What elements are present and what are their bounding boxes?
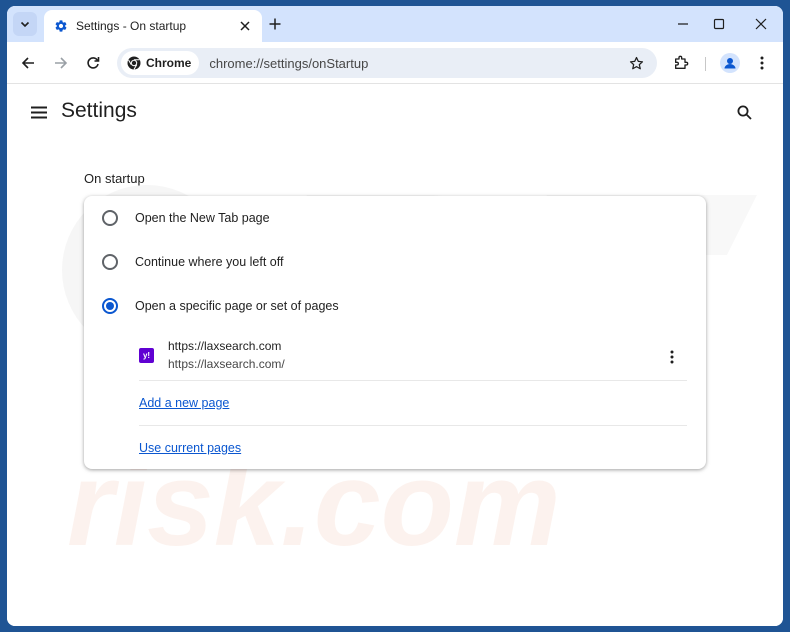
close-icon <box>755 18 767 30</box>
minimize-icon <box>678 23 688 25</box>
section-title: On startup <box>84 171 145 186</box>
page-title: Settings <box>61 99 137 122</box>
site-info-chip[interactable]: Chrome <box>121 51 200 75</box>
main-menu-button[interactable] <box>28 101 50 123</box>
gear-icon <box>54 19 68 33</box>
back-button[interactable] <box>15 50 41 76</box>
address-bar[interactable]: Chrome chrome://settings/onStartup <box>117 48 657 78</box>
use-current-pages-link[interactable]: Use current pages <box>139 441 241 455</box>
reload-icon <box>87 57 100 69</box>
search-settings-button[interactable] <box>732 100 756 124</box>
star-icon <box>629 56 643 69</box>
chrome-icon <box>127 56 141 70</box>
maximize-button[interactable] <box>701 10 737 38</box>
startup-options-card: Open the New Tab page Continue where you… <box>84 196 706 469</box>
tab-close-button[interactable] <box>236 17 254 35</box>
chip-label: Chrome <box>146 56 192 70</box>
forward-button[interactable] <box>48 50 74 76</box>
url-text[interactable]: chrome://settings/onStartup <box>209 56 625 71</box>
add-new-page-link[interactable]: Add a new page <box>139 396 229 410</box>
startup-page-entry: y! https://laxsearch.com https://laxsear… <box>84 334 706 382</box>
close-icon <box>240 21 250 31</box>
window-close-button[interactable] <box>743 10 779 38</box>
radio-label: Open a specific page or set of pages <box>135 299 339 313</box>
chevron-down-icon <box>20 21 30 28</box>
more-vert-icon <box>760 56 764 70</box>
puzzle-icon <box>675 55 689 69</box>
divider <box>139 380 687 381</box>
radio-button[interactable] <box>102 254 118 270</box>
radio-button[interactable] <box>102 210 118 226</box>
plus-icon <box>269 18 281 30</box>
toolbar-separator <box>705 57 706 71</box>
search-icon <box>737 105 752 120</box>
radio-option-specific-pages[interactable]: Open a specific page or set of pages <box>84 284 706 328</box>
reload-button[interactable] <box>80 50 106 76</box>
new-tab-button[interactable] <box>263 12 287 36</box>
minimize-button[interactable] <box>665 10 701 38</box>
arrow-left-icon <box>21 57 34 69</box>
radio-label: Continue where you left off <box>135 255 284 269</box>
bookmark-star-button[interactable] <box>625 52 647 74</box>
browser-window: Settings - On startup Chrome chrome://se… <box>7 6 783 626</box>
radio-label: Open the New Tab page <box>135 211 270 225</box>
tab-bar: Settings - On startup <box>7 6 783 42</box>
chrome-menu-button[interactable] <box>749 50 775 76</box>
page-actions-menu-button[interactable] <box>662 345 682 369</box>
site-favicon-icon: y! <box>139 348 154 363</box>
avatar-icon <box>720 53 740 73</box>
toolbar: Chrome chrome://settings/onStartup <box>7 42 783 84</box>
radio-option-new-tab[interactable]: Open the New Tab page <box>84 196 706 240</box>
arrow-right-icon <box>55 57 68 69</box>
maximize-icon <box>713 18 725 30</box>
tab-search-button[interactable] <box>13 12 37 36</box>
settings-page: risk.com Settings On startup Open the Ne… <box>7 85 783 626</box>
extensions-button[interactable] <box>668 50 694 76</box>
divider <box>139 425 687 426</box>
radio-button-selected[interactable] <box>102 298 118 314</box>
tab-settings[interactable]: Settings - On startup <box>44 10 262 42</box>
startup-page-url: https://laxsearch.com/ <box>168 357 285 371</box>
tab-title: Settings - On startup <box>76 19 187 33</box>
radio-option-continue[interactable]: Continue where you left off <box>84 240 706 284</box>
more-vert-icon <box>670 350 674 364</box>
profile-button[interactable] <box>717 50 743 76</box>
startup-page-title: https://laxsearch.com <box>168 339 282 353</box>
hamburger-icon <box>31 106 47 118</box>
